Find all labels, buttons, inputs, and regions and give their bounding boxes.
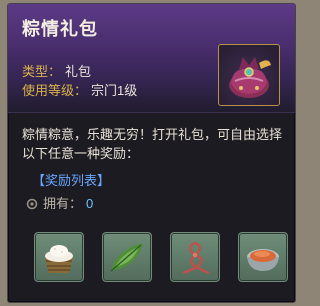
reward-list bbox=[34, 232, 288, 282]
item-tooltip: 粽情礼包 类型： 礼包 使用等级： 宗门1级 粽情粽意，乐趣无穷！打开礼包，可自由选… bbox=[7, 3, 296, 303]
item-type-label: 类型： bbox=[22, 64, 62, 79]
item-type-row: 类型： 礼包 bbox=[22, 61, 91, 80]
item-type-value: 礼包 bbox=[65, 64, 92, 79]
owned-value: 0 bbox=[86, 196, 94, 211]
item-icon-frame bbox=[218, 44, 280, 106]
item-level-value: 宗门1级 bbox=[91, 83, 138, 98]
gift-pouch-icon bbox=[229, 57, 271, 98]
red-string-icon bbox=[182, 241, 210, 275]
tooltip-header: 粽情礼包 类型： 礼包 使用等级： 宗门1级 bbox=[8, 4, 295, 113]
reward-slot[interactable] bbox=[238, 232, 288, 282]
red-powder-bowl-icon bbox=[247, 249, 279, 271]
item-level-label: 使用等级： bbox=[22, 83, 88, 98]
reward-slot[interactable] bbox=[102, 232, 152, 282]
rice-basket-icon bbox=[45, 245, 73, 273]
item-description: 粽情粽意，乐趣无穷！打开礼包，可自由选择以下任意一种奖励： bbox=[22, 127, 283, 161]
owned-count-row: 拥有： 0 bbox=[26, 193, 93, 212]
bamboo-leaf-icon bbox=[110, 243, 143, 272]
bullet-gear-icon bbox=[26, 198, 38, 210]
reward-slot[interactable] bbox=[170, 232, 220, 282]
reward-slot[interactable] bbox=[34, 232, 84, 282]
item-title: 粽情礼包 bbox=[22, 19, 98, 39]
reward-list-title: 【奖励列表】 bbox=[32, 173, 111, 188]
owned-label: 拥有： bbox=[43, 196, 83, 211]
item-level-row: 使用等级： 宗门1级 bbox=[22, 80, 137, 99]
